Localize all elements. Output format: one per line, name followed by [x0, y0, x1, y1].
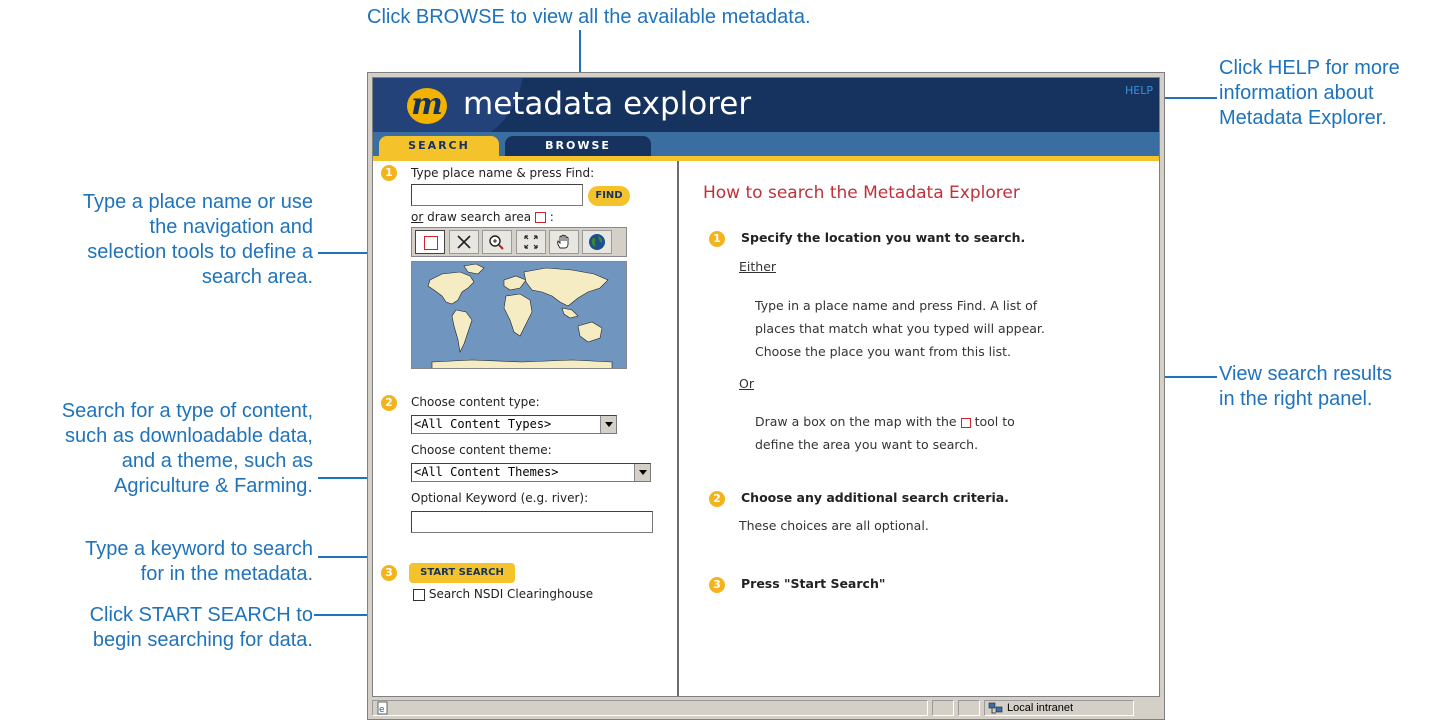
- status-cell-3: [958, 700, 980, 716]
- browser-window: m metadata explorer HELP SEARCH BROWSE 1…: [367, 72, 1165, 720]
- callout-help-line-1: Click HELP for more: [1219, 57, 1400, 79]
- ie-page-icon: e: [377, 701, 388, 715]
- zoom-in-icon[interactable]: [482, 230, 512, 254]
- callout-browse: Click BROWSE to view all the available m…: [367, 6, 811, 28]
- help-link[interactable]: HELP: [1125, 84, 1153, 97]
- nsdi-checkbox[interactable]: [413, 588, 425, 601]
- or-line-2: define the area you want to search.: [755, 437, 979, 452]
- find-button[interactable]: FIND: [588, 186, 630, 206]
- step-3-badge: 3: [381, 565, 397, 581]
- chevron-down-icon[interactable]: [634, 464, 650, 481]
- callout-keyword-line-2: for in the metadata.: [140, 563, 313, 585]
- draw-area-text: draw search area: [427, 210, 532, 224]
- place-input[interactable]: [411, 184, 583, 206]
- intranet-icon: [988, 702, 1003, 714]
- callout-content-line-1: Search for a type of content,: [61, 400, 313, 422]
- or-link[interactable]: or: [411, 210, 423, 224]
- search-panel: 1 Type place name & press Find: FIND or …: [373, 161, 679, 696]
- callout-start: Click START SEARCH to begin searching fo…: [0, 603, 313, 653]
- world-map[interactable]: [411, 261, 627, 369]
- content-type-label: Choose content type:: [411, 395, 540, 409]
- browser-content: m metadata explorer HELP SEARCH BROWSE 1…: [372, 77, 1160, 697]
- callout-place-line-2: the navigation and: [149, 216, 313, 238]
- callout-results-line-1: View search results: [1219, 363, 1393, 385]
- place-label: Type place name & press Find:: [411, 166, 595, 180]
- step-1-badge: 1: [381, 165, 397, 181]
- content-type-value: <All Content Types>: [414, 417, 552, 431]
- tab-browse[interactable]: BROWSE: [505, 136, 651, 156]
- step-2-badge: 2: [381, 395, 397, 411]
- step1-title: Specify the location you want to search.: [741, 230, 1026, 245]
- callout-place-line-3: selection tools to define a: [87, 241, 313, 263]
- right-step-2-badge: 2: [709, 491, 725, 507]
- callout-help: Click HELP for more information about Me…: [1219, 56, 1400, 131]
- map-toolbar: [411, 227, 627, 257]
- pan-hand-icon[interactable]: [549, 230, 579, 254]
- callout-content: Search for a type of content, such as do…: [0, 399, 313, 499]
- callout-results-line: [1162, 376, 1217, 378]
- app-header: m metadata explorer HELP: [373, 78, 1159, 132]
- red-box-icon: [534, 212, 546, 223]
- either-line-1: Type in a place name and press Find. A l…: [755, 298, 1038, 313]
- either-line-3: Choose the place you want from this list…: [755, 344, 1012, 359]
- or-line-1: Draw a box on the map with the tool to: [755, 411, 1015, 433]
- tab-search[interactable]: SEARCH: [379, 136, 499, 156]
- red-box-icon: [960, 417, 971, 428]
- right-step-3-badge: 3: [709, 577, 725, 593]
- callout-place-line-4: search area.: [201, 266, 313, 288]
- callout-results-line-2: in the right panel.: [1219, 388, 1373, 410]
- nsdi-label: Search NSDI Clearinghouse: [428, 587, 594, 601]
- nsdi-row: Search NSDI Clearinghouse: [413, 587, 593, 601]
- keyword-input[interactable]: [411, 511, 653, 533]
- results-panel: How to search the Metadata Explorer 1 Sp…: [679, 161, 1159, 696]
- callout-results: View search results in the right panel.: [1219, 362, 1392, 412]
- content-theme-label: Choose content theme:: [411, 443, 552, 457]
- globe-icon[interactable]: [582, 230, 612, 254]
- or-line-1a: Draw a box on the map with the: [755, 414, 957, 429]
- content-theme-select[interactable]: <All Content Themes>: [411, 463, 651, 482]
- status-main: e: [372, 700, 928, 716]
- help-heading: How to search the Metadata Explorer: [703, 183, 1020, 203]
- step2-text: These choices are all optional.: [739, 518, 929, 533]
- callout-start-line-2: begin searching for data.: [92, 629, 313, 651]
- either-label: Either: [739, 259, 777, 274]
- status-zone: Local intranet: [984, 700, 1134, 716]
- zone-label: Local intranet: [1007, 702, 1074, 714]
- chevron-down-icon[interactable]: [600, 416, 616, 433]
- content-type-select[interactable]: <All Content Types>: [411, 415, 617, 434]
- callout-content-line-3: and a theme, such as: [121, 450, 313, 472]
- callout-help-line-3: Metadata Explorer.: [1219, 107, 1387, 129]
- start-search-button[interactable]: START SEARCH: [409, 563, 515, 583]
- draw-area-label: or draw search area :: [411, 210, 554, 224]
- logo-icon: m: [407, 88, 447, 124]
- status-bar: e Local intranet: [372, 699, 1160, 717]
- callout-keyword-line-1: Type a keyword to search: [85, 538, 313, 560]
- callout-help-line-2: information about: [1219, 82, 1374, 104]
- callout-keyword: Type a keyword to search for in the meta…: [0, 537, 313, 587]
- svg-text:e: e: [379, 705, 385, 715]
- or-line-1b: tool to: [974, 414, 1015, 429]
- callout-start-line-1: Click START SEARCH to: [89, 604, 313, 626]
- or-label: Or: [739, 376, 754, 391]
- keyword-label: Optional Keyword (e.g. river):: [411, 491, 589, 505]
- clear-icon[interactable]: [449, 230, 479, 254]
- app-title: metadata explorer: [463, 86, 752, 122]
- content-theme-value: <All Content Themes>: [414, 465, 559, 479]
- either-line-2: places that match what you typed will ap…: [755, 321, 1045, 336]
- step3-title: Press "Start Search": [741, 576, 886, 591]
- callout-place: Type a place name or use the navigation …: [0, 190, 313, 290]
- callout-content-line-2: such as downloadable data,: [65, 425, 313, 447]
- right-step-1-badge: 1: [709, 231, 725, 247]
- draw-colon: :: [549, 210, 554, 224]
- step2-title: Choose any additional search criteria.: [741, 490, 1009, 505]
- full-extent-icon[interactable]: [516, 230, 546, 254]
- rectangle-select-icon[interactable]: [415, 230, 445, 254]
- status-cell-2: [932, 700, 954, 716]
- callout-place-line-1: Type a place name or use: [82, 191, 313, 213]
- callout-content-line-4: Agriculture & Farming.: [114, 475, 313, 497]
